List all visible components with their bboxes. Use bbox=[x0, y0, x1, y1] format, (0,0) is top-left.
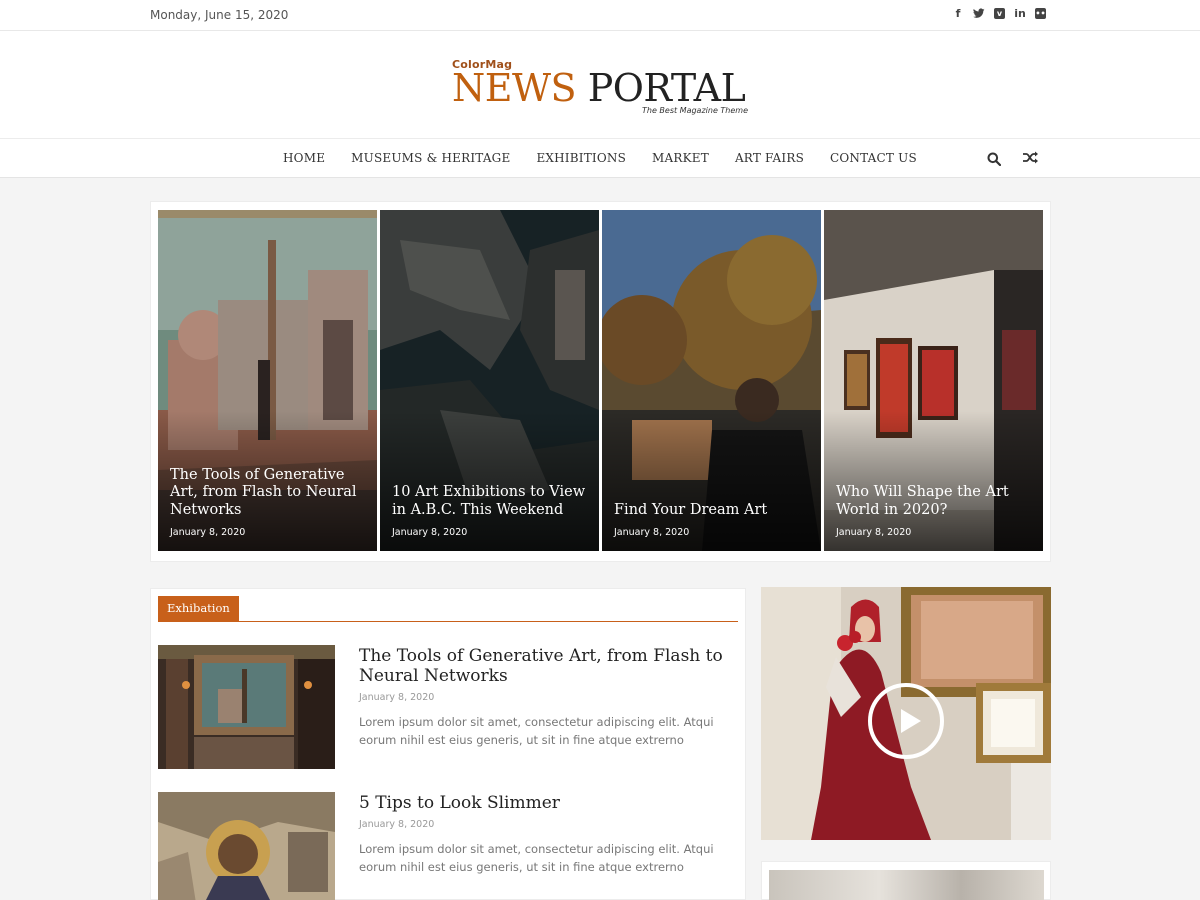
featured-date[interactable]: January 8, 2020 bbox=[170, 527, 245, 538]
flickr-icon[interactable]: •• bbox=[1035, 8, 1046, 19]
nav-item-contact-us[interactable]: CONTACT US bbox=[817, 151, 930, 165]
post-item: The Tools of Generative Art, from Flash … bbox=[158, 645, 738, 769]
featured-title[interactable]: Find Your Dream Art bbox=[614, 502, 811, 520]
nav-item-market[interactable]: MARKET bbox=[639, 151, 722, 165]
featured-card[interactable]: The Tools of Generative Art, from Flash … bbox=[158, 210, 377, 551]
post-title[interactable]: The Tools of Generative Art, from Flash … bbox=[359, 646, 729, 686]
post-excerpt: Lorem ipsum dolor sit amet, consectetur … bbox=[359, 715, 714, 747]
vimeo-icon[interactable]: v bbox=[994, 8, 1005, 19]
featured-card[interactable]: Who Will Shape the Art World in 2020? Ja… bbox=[824, 210, 1043, 551]
sidebar-post-card[interactable] bbox=[761, 861, 1051, 900]
category-block: Exhibation The Tools of Generative Art, … bbox=[150, 588, 746, 900]
featured-title[interactable]: Who Will Shape the Art World in 2020? bbox=[836, 484, 1033, 519]
top-bar: Monday, June 15, 2020 f v in •• bbox=[0, 0, 1200, 31]
featured-title[interactable]: 10 Art Exhibitions to View in A.B.C. Thi… bbox=[392, 484, 589, 519]
featured-date[interactable]: January 8, 2020 bbox=[836, 527, 911, 538]
section-label[interactable]: Exhibation bbox=[158, 596, 239, 621]
post-title[interactable]: 5 Tips to Look Slimmer bbox=[359, 793, 729, 813]
featured-card[interactable]: 10 Art Exhibitions to View in A.B.C. Thi… bbox=[380, 210, 599, 551]
social-links: f v in •• bbox=[952, 7, 1046, 20]
post-thumbnail[interactable] bbox=[158, 792, 335, 900]
nav-item-exhibitions[interactable]: EXHIBITIONS bbox=[523, 151, 639, 165]
nav-menu: HOME MUSEUMS & HERITAGE EXHIBITIONS MARK… bbox=[270, 139, 930, 177]
search-icon[interactable] bbox=[987, 151, 1002, 167]
logo-news: NEWS bbox=[452, 66, 577, 110]
site-logo[interactable]: ColorMag NEWS PORTAL The Best Magazine T… bbox=[452, 58, 752, 120]
nav-item-home[interactable]: HOME bbox=[270, 151, 338, 165]
post-date[interactable]: January 8, 2020 bbox=[359, 692, 434, 703]
post-thumbnail[interactable] bbox=[158, 645, 335, 769]
logo-title: NEWS PORTAL bbox=[452, 66, 746, 110]
site-header: ColorMag NEWS PORTAL The Best Magazine T… bbox=[0, 31, 1200, 138]
featured-slider: The Tools of Generative Art, from Flash … bbox=[150, 201, 1051, 562]
post-item: 5 Tips to Look Slimmer January 8, 2020 L… bbox=[158, 792, 738, 900]
shuffle-icon[interactable] bbox=[1022, 150, 1039, 165]
linkedin-icon[interactable]: in bbox=[1014, 7, 1026, 20]
section-header: Exhibation bbox=[158, 596, 738, 622]
current-date: Monday, June 15, 2020 bbox=[150, 8, 289, 22]
featured-date[interactable]: January 8, 2020 bbox=[392, 527, 467, 538]
main-navigation: HOME MUSEUMS & HERITAGE EXHIBITIONS MARK… bbox=[0, 138, 1200, 178]
twitter-icon[interactable] bbox=[973, 7, 985, 20]
play-icon[interactable] bbox=[868, 683, 944, 759]
featured-title[interactable]: The Tools of Generative Art, from Flash … bbox=[170, 467, 367, 520]
post-excerpt: Lorem ipsum dolor sit amet, consectetur … bbox=[359, 842, 714, 874]
nav-item-museums-heritage[interactable]: MUSEUMS & HERITAGE bbox=[338, 151, 523, 165]
sidebar-post-image bbox=[769, 870, 1044, 900]
post-date[interactable]: January 8, 2020 bbox=[359, 819, 434, 830]
logo-tagline: The Best Magazine Theme bbox=[641, 106, 748, 115]
featured-date[interactable]: January 8, 2020 bbox=[614, 527, 689, 538]
featured-card[interactable]: Find Your Dream Art January 8, 2020 bbox=[602, 210, 821, 551]
logo-portal: PORTAL bbox=[587, 66, 746, 110]
video-widget[interactable] bbox=[761, 587, 1051, 840]
nav-item-art-fairs[interactable]: ART FAIRS bbox=[722, 151, 817, 165]
facebook-icon[interactable]: f bbox=[952, 7, 964, 20]
